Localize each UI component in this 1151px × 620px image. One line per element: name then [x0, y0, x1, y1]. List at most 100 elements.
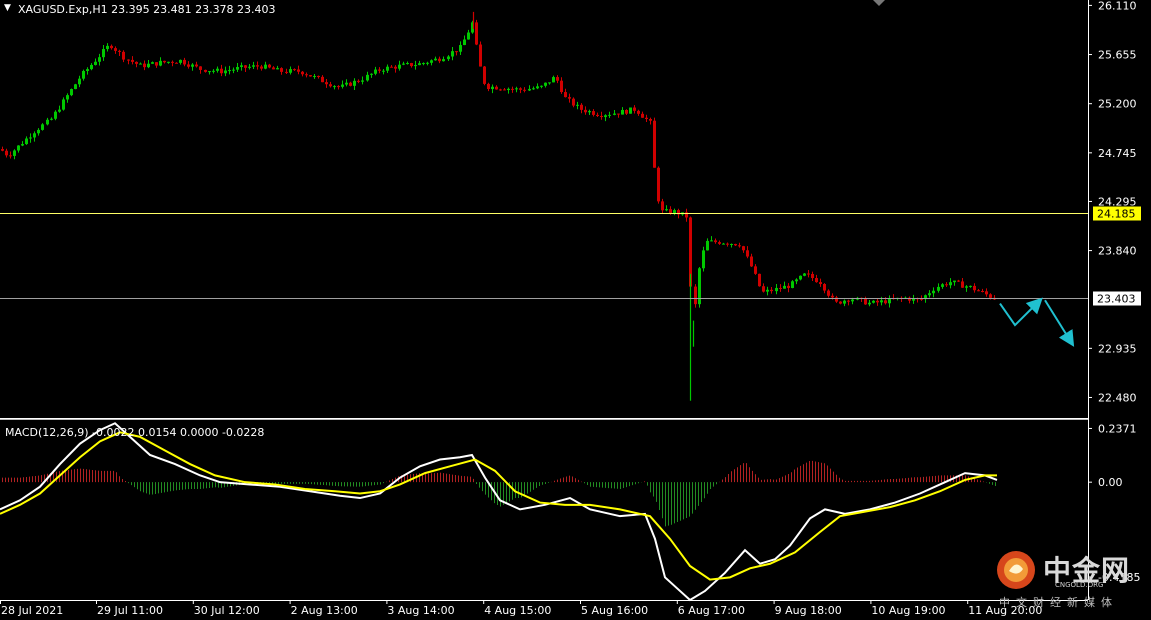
candle-body: [54, 111, 57, 119]
candle-body: [305, 74, 308, 76]
candle-body: [702, 250, 705, 269]
candle-body: [770, 289, 773, 292]
candle-body: [135, 61, 138, 64]
candle-body: [110, 45, 113, 49]
candle-body: [969, 285, 972, 287]
candle-body: [394, 66, 397, 69]
candle-body: [536, 86, 539, 89]
candle-body: [613, 113, 616, 115]
candle-body: [212, 70, 215, 72]
candle-body: [406, 63, 409, 65]
candle-body: [293, 69, 296, 71]
candle-body: [386, 66, 389, 71]
x-tick-label: 2 Aug 13:00: [291, 604, 358, 617]
level-label-24.185: 24.185: [1097, 208, 1136, 221]
candle-body: [102, 49, 105, 58]
candle-body: [467, 32, 470, 40]
candle-body: [499, 89, 502, 91]
candle-body: [588, 111, 591, 113]
candle-body: [673, 210, 676, 214]
macd-tick-label: 0.00: [1098, 476, 1123, 489]
candle-body: [418, 63, 421, 66]
candle-body: [195, 64, 198, 67]
candle-body: [864, 298, 867, 305]
candle-body: [637, 110, 640, 114]
y-tick-label: 24.295: [1098, 195, 1137, 208]
candle-body: [151, 62, 154, 64]
candle-body: [803, 273, 806, 276]
level-label-23.403: 23.403: [1097, 293, 1136, 306]
watermark-sub: CNGOLD.ORG: [1055, 581, 1104, 589]
candle-body: [528, 88, 531, 91]
candle-body: [556, 77, 559, 81]
candle-body: [25, 138, 28, 145]
candle-body: [260, 66, 263, 69]
candle-body: [738, 245, 741, 247]
y-tick-label: 24.745: [1098, 147, 1137, 160]
candle-body: [515, 88, 518, 90]
candle-body: [179, 59, 182, 63]
candle-body: [58, 109, 61, 112]
candle-body: [552, 77, 555, 83]
candle-body: [540, 85, 543, 87]
candle-body: [66, 95, 69, 100]
candle-body: [353, 80, 356, 86]
candle-body: [78, 78, 81, 85]
x-tick-label: 29 Jul 11:00: [97, 604, 163, 617]
candle-body: [430, 60, 433, 63]
candle-body: [70, 89, 73, 96]
candle-body: [596, 114, 599, 116]
chart-shift-icon: [873, 0, 885, 6]
candle-body: [981, 290, 984, 292]
candle-body: [5, 150, 8, 156]
candle-body: [191, 64, 194, 67]
candle-body: [742, 246, 745, 251]
candle-body: [746, 250, 749, 257]
candle-body: [252, 65, 255, 67]
candle-body: [762, 286, 765, 292]
candle-body: [272, 67, 275, 70]
candle-body: [366, 74, 369, 81]
candle-body: [617, 113, 620, 115]
candle-body: [475, 22, 478, 45]
candle-body: [604, 115, 607, 118]
title-dropdown-icon[interactable]: ▼: [4, 3, 11, 13]
axes: 26.110 25.655 25.200 24.745 24.295 23.840 22.9…: [0, 0, 1140, 617]
watermark-tagline: 中文财经新媒体: [999, 596, 1118, 609]
candle-body: [451, 51, 454, 57]
candle-body: [341, 84, 344, 87]
forecast-arrow-2: [1044, 299, 1075, 347]
candle-body: [645, 117, 648, 119]
candle-body: [171, 61, 174, 63]
candle-body: [220, 68, 223, 74]
candle-body: [236, 66, 239, 70]
candle-body: [289, 69, 292, 73]
candle-body: [325, 82, 328, 85]
candle-body: [730, 243, 733, 245]
candle-body: [232, 69, 235, 71]
candle-body: [641, 113, 644, 118]
candle-body: [722, 243, 725, 245]
candle-body: [592, 111, 595, 115]
candle-body: [754, 266, 757, 274]
candle-body: [321, 76, 324, 83]
candle-body: [491, 86, 494, 90]
candle-body: [256, 65, 259, 67]
candle-body: [580, 104, 583, 110]
candle-body: [175, 62, 178, 64]
candle-body: [649, 118, 652, 121]
candle-body: [766, 289, 769, 292]
candle-body: [244, 65, 247, 68]
candle-body: [621, 109, 624, 115]
candle-body: [851, 299, 854, 302]
candle-body: [884, 300, 887, 304]
candle-body: [608, 114, 611, 116]
candle-body: [361, 80, 364, 82]
candle-body: [159, 60, 162, 66]
candle-body: [584, 109, 587, 113]
candle-body: [548, 82, 551, 84]
candle-body: [519, 88, 522, 90]
candle-body: [937, 286, 940, 291]
candle-body: [455, 51, 458, 53]
candle-body: [799, 275, 802, 280]
